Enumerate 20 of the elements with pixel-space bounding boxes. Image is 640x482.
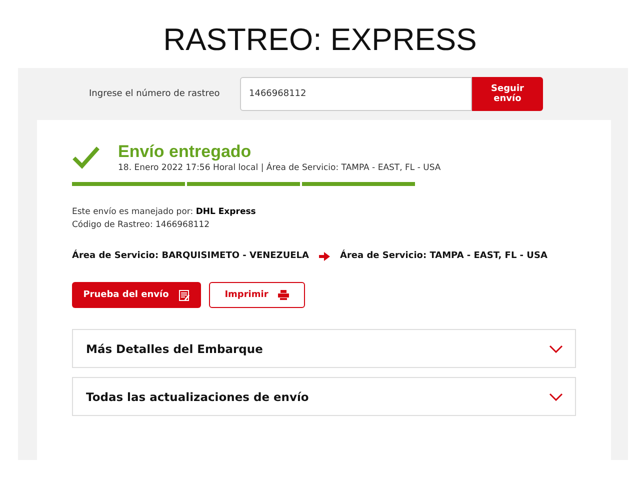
accordion-header[interactable]: Todas las actualizaciones de envío [72,377,576,416]
tracking-number-field[interactable]: 1466968112 [240,77,472,111]
info-line: Código de Rastreo: 1466968112 [72,219,211,232]
accordion-header[interactable]: Más Detalles del Embarque [72,329,576,368]
printer-icon [278,290,290,300]
status-title: Envío entregado [118,142,252,162]
print-button[interactable]: Imprimir [209,282,305,308]
info-line: Este envío es manejado por: DHL Express [72,206,257,219]
check-icon [72,146,100,170]
origin-area: Área de Servicio: BARQUISIMETO - VENEZUELA [72,251,309,261]
status-detail: 18. Enero 2022 17:56 Horal local | Área de Servicio: TAMPA - EAST, FL - USA [118,163,441,173]
section-title: Todas las actualizaciones de envío [86,390,309,404]
section-title: Más Detalles del Embarque [86,342,263,356]
document-icon [178,290,190,300]
page-title: RASTREO: EXPRESS [162,21,478,59]
arrow-icon [318,252,330,260]
destination-area: Área de Servicio: TAMPA - EAST, FL - USA [340,251,548,261]
proof-button[interactable]: Prueba del envío [72,282,201,308]
search-label: Ingrese el número de rastreo [89,89,221,99]
track-button[interactable]: Seguir envío [472,77,543,111]
